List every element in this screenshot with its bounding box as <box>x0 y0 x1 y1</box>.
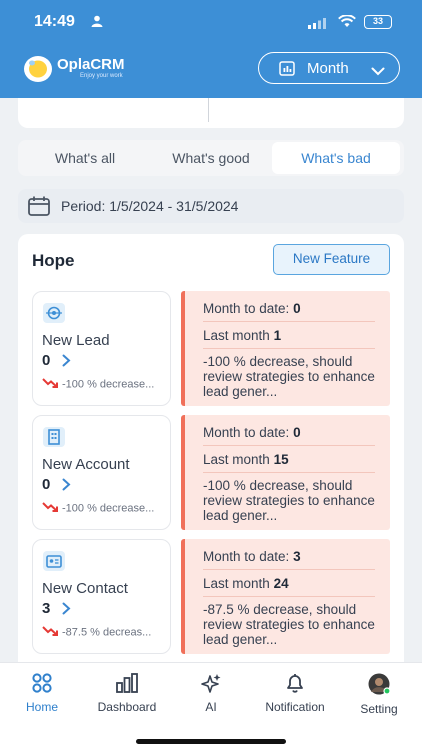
nav-notification[interactable]: Notification <box>256 673 334 714</box>
status-time: 14:49 <box>34 13 75 30</box>
bar-chart-icon <box>88 673 166 696</box>
tab-whats-good[interactable]: What's good <box>148 140 274 176</box>
last-month-row: Last month 24 <box>203 576 289 591</box>
last-month-row: Last month 1 <box>203 328 281 343</box>
month-to-date-label: Month to date: <box>203 301 290 316</box>
contact-card-icon <box>43 551 65 571</box>
month-to-date-label: Month to date: <box>203 549 290 564</box>
month-to-date-row: Month to date: 0 <box>203 425 301 440</box>
summary-card-partial <box>18 98 404 128</box>
period-row: Period: 1/5/2024 - 31/5/2024 <box>18 189 404 223</box>
last-month-row: Last month 15 <box>203 452 289 467</box>
hope-card: Hope New Feature New Lead 0 -100 % decre… <box>18 234 404 662</box>
trend-down-icon <box>42 502 58 515</box>
chevron-right-icon[interactable] <box>62 602 71 620</box>
nav-label: Notification <box>265 700 325 714</box>
chevron-down-icon <box>371 63 385 81</box>
metric-value: 0 <box>42 476 51 493</box>
chevron-right-icon[interactable] <box>62 478 71 496</box>
month-to-date-label: Month to date: <box>203 425 290 440</box>
month-to-date-value: 0 <box>293 301 301 316</box>
brand-tagline: Enjoy your work <box>80 73 123 79</box>
metric-trend-text: -100 % decrease... <box>62 502 155 515</box>
new-feature-button[interactable]: New Feature <box>273 244 390 275</box>
metric-trend-text: -100 % decrease... <box>62 378 155 391</box>
battery-icon: 33 <box>364 15 392 29</box>
oplacrm-logo-icon <box>22 54 52 84</box>
period-select[interactable]: Month <box>258 52 400 84</box>
last-month-label: Last month <box>203 452 270 467</box>
last-month-value: 15 <box>273 452 289 467</box>
nav-label: Dashboard <box>97 700 157 714</box>
last-month-value: 1 <box>273 328 282 343</box>
metric-detail-new-account: Month to date: 0 Last month 15 -100 % de… <box>181 415 390 530</box>
nav-label: Home <box>25 700 58 714</box>
chevron-right-icon[interactable] <box>62 354 71 372</box>
last-month-label: Last month <box>203 328 270 343</box>
trend-down-icon <box>42 626 58 639</box>
period-label: Period: 1/5/2024 - 31/5/2024 <box>61 198 239 214</box>
month-to-date-value: 3 <box>293 549 301 564</box>
metric-card-new-contact[interactable]: New Contact 3 -87.5 % decreas... <box>32 539 171 654</box>
metric-trend-text: -87.5 % decreas... <box>62 626 152 639</box>
metric-card-new-account[interactable]: New Account 0 -100 % decrease... <box>32 415 171 530</box>
metric-value: 0 <box>42 352 51 369</box>
wifi-icon <box>338 14 356 33</box>
month-to-date-value: 0 <box>293 425 301 440</box>
signal-icon <box>308 16 328 34</box>
metric-value: 3 <box>42 600 51 617</box>
metric-trend: -100 % decrease... <box>42 378 168 391</box>
tab-whats-bad[interactable]: What's bad <box>272 142 400 174</box>
status-bar: 14:49 33 <box>0 0 422 42</box>
metric-detail-new-lead: Month to date: 0 Last month 1 -100 % dec… <box>181 291 390 406</box>
month-to-date-row: Month to date: 0 <box>203 301 301 316</box>
avatar <box>352 673 406 698</box>
period-select-value: Month <box>307 60 349 77</box>
building-icon <box>43 427 65 447</box>
metric-message: -87.5 % decrease, should review strategi… <box>203 602 375 647</box>
metric-name: New Lead <box>42 332 110 349</box>
home-indicator <box>136 739 286 744</box>
sparkle-icon <box>190 673 232 696</box>
nav-setting[interactable]: Setting <box>352 673 406 716</box>
bell-icon <box>256 673 334 696</box>
chart-calendar-icon <box>279 61 295 81</box>
metric-message: -100 % decrease, should review strategie… <box>203 478 375 523</box>
bottom-nav: Home Dashboard AI Notification Setting <box>0 662 422 750</box>
metric-trend: -100 % decrease... <box>42 502 168 515</box>
nav-label: AI <box>205 700 217 714</box>
nav-label: Setting <box>360 702 398 716</box>
tab-whats-all[interactable]: What's all <box>22 140 148 176</box>
nav-home[interactable]: Home <box>14 673 70 714</box>
metric-detail-new-contact: Month to date: 3 Last month 24 -87.5 % d… <box>181 539 390 654</box>
grid-icon <box>14 673 70 696</box>
metric-name: New Contact <box>42 580 128 597</box>
brand-name: OplaCRM <box>57 56 125 73</box>
filter-tabs: What's all What's good What's bad <box>18 140 404 176</box>
app-header: OplaCRM Enjoy your work Month <box>0 42 422 98</box>
metric-message: -100 % decrease, should review strategie… <box>203 354 375 399</box>
nav-dashboard[interactable]: Dashboard <box>88 673 166 714</box>
main-content[interactable]: What's all What's good What's bad Period… <box>0 98 422 662</box>
last-month-label: Last month <box>203 576 270 591</box>
calendar-icon <box>28 196 50 221</box>
month-to-date-row: Month to date: 3 <box>203 549 301 564</box>
metric-trend: -87.5 % decreas... <box>42 626 168 639</box>
lead-icon <box>43 303 65 323</box>
hope-title: Hope <box>32 251 75 270</box>
metric-name: New Account <box>42 456 130 473</box>
nav-ai[interactable]: AI <box>190 673 232 714</box>
metric-card-new-lead[interactable]: New Lead 0 -100 % decrease... <box>32 291 171 406</box>
person-icon <box>91 14 103 32</box>
trend-down-icon <box>42 378 58 391</box>
last-month-value: 24 <box>273 576 289 591</box>
